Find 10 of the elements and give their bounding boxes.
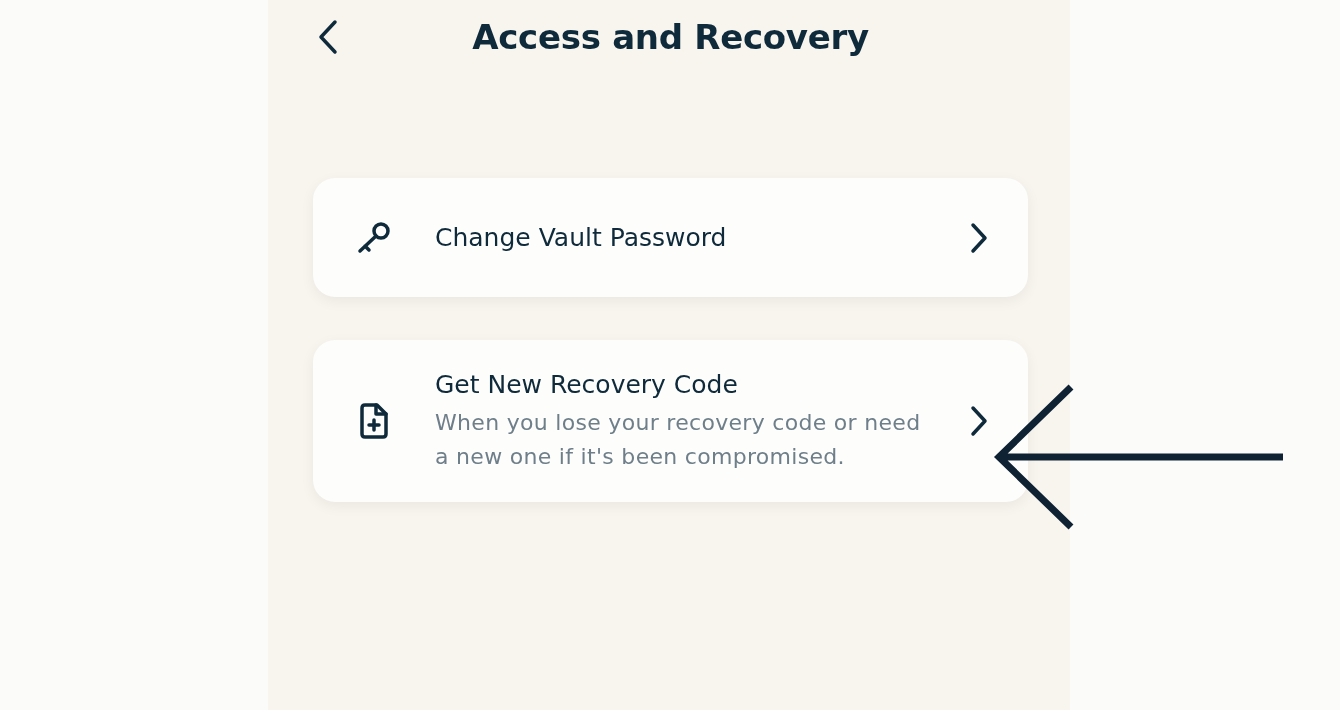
settings-item[interactable]: Get New Recovery Code When you lose your recovery code or need a new one if it's been compromised. xyxy=(313,340,1028,502)
key-icon xyxy=(356,220,392,255)
item-title: Get New Recovery Code xyxy=(435,369,739,401)
page-title: Access and Recovery xyxy=(472,17,869,57)
chevron-right-icon xyxy=(970,405,988,437)
item-description: When you lose your recovery code or need a new one if it's been compromised. xyxy=(435,409,922,471)
file-plus-icon xyxy=(358,402,390,440)
chevron-right-icon xyxy=(970,221,988,254)
settings-item[interactable]: Change Vault Password xyxy=(313,178,1028,297)
item-title: Change Vault Password xyxy=(435,221,728,254)
